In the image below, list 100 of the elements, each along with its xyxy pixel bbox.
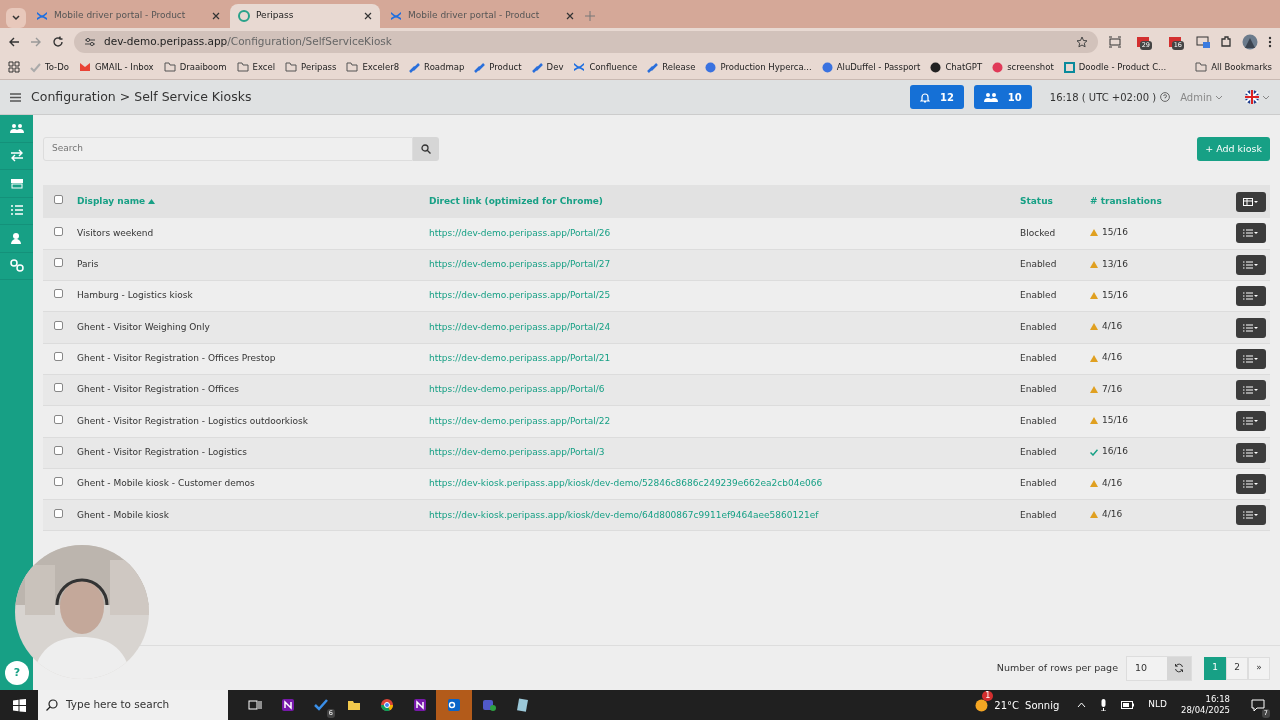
task-view-icon[interactable] bbox=[247, 698, 262, 712]
close-icon[interactable] bbox=[566, 12, 574, 20]
bookmark[interactable]: Dev bbox=[531, 60, 564, 74]
notepad-icon[interactable] bbox=[514, 698, 529, 712]
bookmark[interactable]: Exceler8 bbox=[346, 60, 400, 74]
next-page-button[interactable]: » bbox=[1248, 656, 1270, 680]
status-text: Enabled bbox=[1020, 353, 1057, 364]
profile-icon[interactable] bbox=[1242, 33, 1258, 50]
taskbar-search-field[interactable]: Type here to search bbox=[38, 690, 228, 720]
bookmark[interactable]: screenshot bbox=[992, 60, 1054, 74]
row-actions-button[interactable] bbox=[1236, 411, 1266, 432]
row-checkbox[interactable] bbox=[53, 383, 63, 393]
battery-icon[interactable] bbox=[1121, 701, 1135, 709]
row-actions-button[interactable] bbox=[1236, 442, 1266, 463]
folder-icon bbox=[163, 62, 176, 72]
row-actions-button[interactable] bbox=[1236, 348, 1266, 369]
search-icon[interactable] bbox=[421, 144, 431, 154]
browser-tab[interactable]: Mobile driver portal - Product bbox=[382, 4, 582, 28]
menu-icon[interactable] bbox=[10, 92, 21, 102]
row-actions-button[interactable] bbox=[1236, 505, 1266, 526]
help-icon[interactable] bbox=[1160, 92, 1171, 102]
row-actions-button[interactable] bbox=[1236, 474, 1266, 494]
row-checkbox[interactable] bbox=[53, 477, 63, 487]
rows-per-page-field[interactable]: 10 bbox=[1126, 655, 1192, 681]
row-checkbox[interactable] bbox=[53, 508, 63, 518]
sun-icon[interactable] bbox=[975, 698, 989, 712]
cross-icon bbox=[36, 10, 48, 22]
cast-icon[interactable] bbox=[1196, 35, 1210, 48]
bookmark[interactable]: Confluence bbox=[573, 60, 638, 74]
checkmark-icon[interactable] bbox=[313, 698, 328, 712]
close-icon[interactable] bbox=[364, 12, 372, 20]
onenote-icon[interactable] bbox=[412, 698, 427, 712]
folder-icon[interactable] bbox=[346, 698, 361, 712]
bookmark[interactable]: Production Hyperca... bbox=[705, 60, 812, 74]
kiosk-name: Ghent - Visitor Registration - Logistics outdoorkiosk bbox=[77, 415, 308, 426]
kiosk-name: Ghent - Visitor Weighing Only bbox=[77, 321, 210, 332]
bookmark[interactable]: ChatGPT bbox=[930, 60, 983, 74]
outlook-icon[interactable] bbox=[447, 698, 461, 712]
row-actions-button[interactable] bbox=[1236, 380, 1266, 401]
row-actions-button[interactable] bbox=[1236, 286, 1266, 307]
flag-icon bbox=[1245, 90, 1259, 104]
bookmark[interactable]: GMAIL - Inbox bbox=[78, 60, 154, 74]
browser-tab[interactable]: Peripass bbox=[230, 4, 380, 28]
row-actions-button[interactable] bbox=[1236, 254, 1266, 275]
cross-icon bbox=[390, 10, 402, 22]
envelope-icon bbox=[78, 62, 91, 72]
browser-tab[interactable]: Mobile driver portal - Product bbox=[28, 4, 228, 28]
row-checkbox[interactable] bbox=[53, 352, 63, 362]
chevron-up-icon[interactable] bbox=[1077, 702, 1087, 708]
bookmark[interactable]: To-Do bbox=[30, 60, 69, 74]
people-icon[interactable] bbox=[9, 121, 24, 135]
extensions-icon[interactable] bbox=[1220, 35, 1232, 48]
row-actions-button[interactable] bbox=[1236, 317, 1266, 338]
row-checkbox[interactable] bbox=[53, 320, 63, 330]
bookmark[interactable]: All Bookmarks bbox=[1195, 60, 1272, 74]
kiosk-name: Ghent - Mobile kiosk bbox=[77, 509, 169, 520]
apps-grid-icon[interactable] bbox=[8, 61, 20, 73]
bookmark[interactable]: AluDuffel - Passport bbox=[821, 60, 921, 74]
notification-center-icon[interactable] bbox=[1251, 698, 1265, 712]
bookmark[interactable]: Roadmap bbox=[409, 60, 465, 74]
bookmark[interactable]: Release bbox=[647, 60, 696, 74]
teams-icon[interactable] bbox=[481, 698, 496, 712]
close-icon[interactable] bbox=[212, 12, 220, 20]
reload-icon[interactable] bbox=[52, 35, 64, 48]
row-checkbox[interactable] bbox=[53, 445, 63, 455]
user-icon[interactable] bbox=[9, 231, 24, 245]
dropdown-icon[interactable] bbox=[6, 8, 26, 28]
row-checkbox[interactable] bbox=[53, 414, 63, 424]
screen-capture-icon[interactable] bbox=[1108, 35, 1122, 48]
list-icon bbox=[1243, 511, 1259, 520]
select-all-checkbox[interactable] bbox=[53, 194, 63, 204]
windows-start-icon[interactable] bbox=[12, 698, 26, 712]
address-bar[interactable]: dev-demo.peripass.app/Configuration/SelfServiceKiosk bbox=[74, 30, 1098, 53]
column-settings-button[interactable] bbox=[1236, 191, 1266, 212]
language-menu[interactable] bbox=[1245, 90, 1270, 104]
row-checkbox[interactable] bbox=[53, 258, 63, 268]
onenote-icon[interactable] bbox=[280, 698, 295, 712]
chrome-icon[interactable] bbox=[379, 698, 394, 712]
bookmark[interactable]: Product bbox=[474, 60, 522, 74]
bell-icon bbox=[919, 91, 930, 103]
bookmark[interactable]: Peripass bbox=[285, 60, 337, 74]
language-indicator[interactable]: NLD bbox=[1148, 698, 1167, 712]
folder-icon bbox=[236, 62, 249, 72]
microphone-icon[interactable] bbox=[1100, 699, 1108, 711]
row-actions-button[interactable] bbox=[1236, 223, 1266, 244]
folder-icon bbox=[1195, 62, 1208, 72]
bookmark[interactable]: Doodle - Product C... bbox=[1063, 60, 1167, 74]
row-checkbox[interactable] bbox=[53, 226, 63, 236]
users-button[interactable]: 10 bbox=[973, 85, 1032, 109]
row-checkbox[interactable] bbox=[53, 289, 63, 299]
refresh-icon[interactable] bbox=[1174, 663, 1184, 673]
bookmark[interactable]: Excel bbox=[236, 60, 276, 74]
star-icon[interactable] bbox=[1076, 35, 1088, 48]
back-icon[interactable] bbox=[8, 35, 20, 48]
taskbar-clock[interactable]: 16:18 28/04/2025 bbox=[1181, 694, 1230, 716]
page-button[interactable]: 2 bbox=[1226, 656, 1248, 680]
bookmark[interactable]: Draaiboom bbox=[163, 60, 227, 74]
more-icon[interactable] bbox=[1268, 35, 1272, 48]
notifications-button[interactable]: 12 bbox=[909, 85, 964, 109]
swap-arrows-icon[interactable] bbox=[9, 149, 24, 163]
